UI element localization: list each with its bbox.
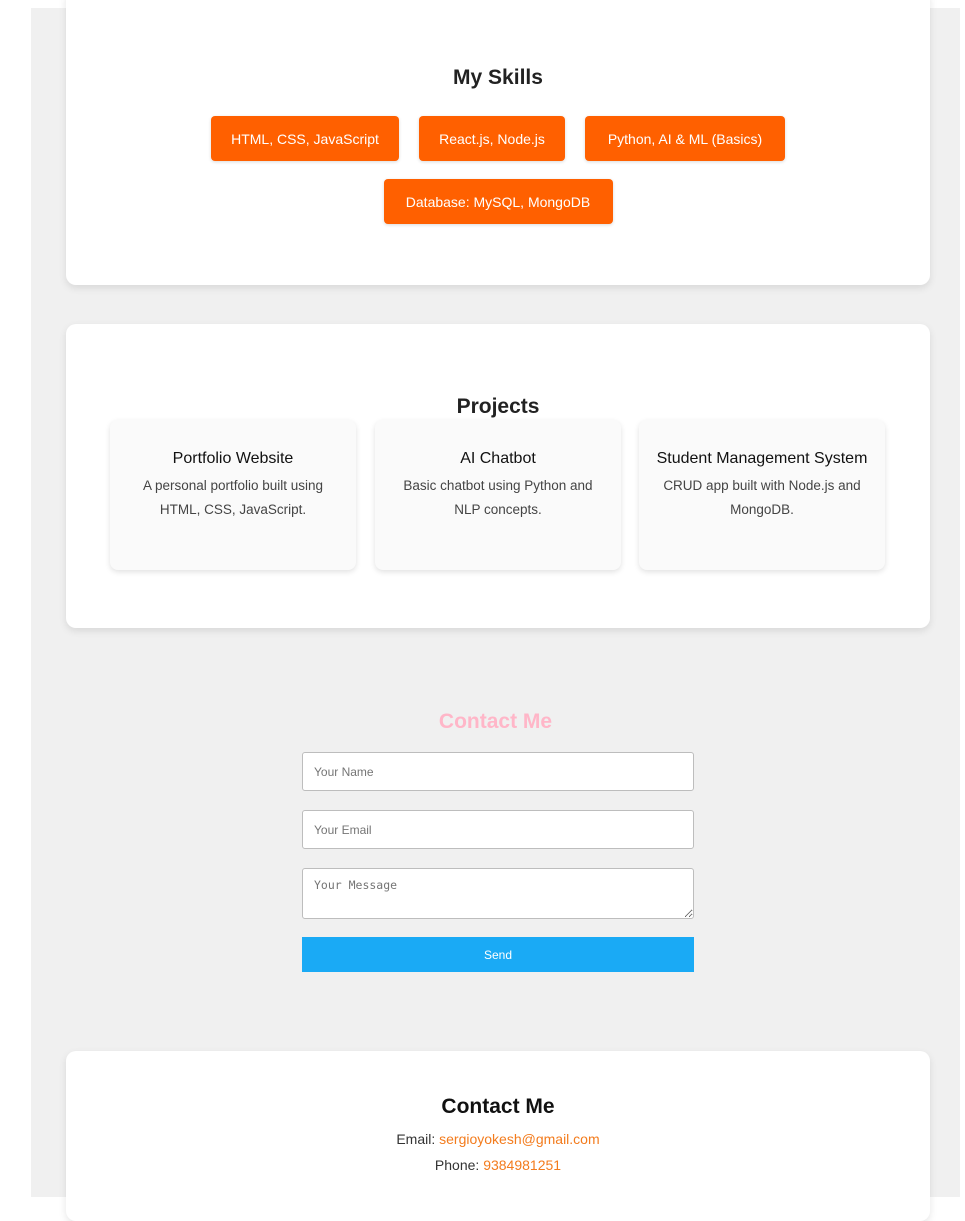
project-description: CRUD app built with Node.js and MongoDB. — [663, 478, 861, 517]
skills-title: My Skills — [453, 66, 543, 89]
project-description: A personal portfolio built using HTML, C… — [142, 478, 324, 517]
skill-button-python-ai[interactable]: Python, AI & ML (Basics) — [585, 116, 785, 161]
project-title: Portfolio Website — [172, 450, 294, 467]
skill-button-web[interactable]: HTML, CSS, JavaScript — [211, 116, 399, 161]
project-card-chatbot[interactable]: AI Chatbot Basic chatbot using Python an… — [375, 420, 621, 570]
skill-button-database[interactable]: Database: MySQL, MongoDB — [383, 179, 613, 224]
send-button[interactable]: Send — [302, 937, 694, 972]
contact-form-title: Contact Me — [438, 710, 553, 733]
footer-phone-line: Phone: 9384981251 — [66, 1157, 930, 1173]
project-card-portfolio[interactable]: Portfolio Website A personal portfolio b… — [110, 420, 356, 570]
skill-button-react-node[interactable]: React.js, Node.js — [419, 116, 565, 161]
footer-contact-section: Contact Me Email: sergioyokesh@gmail.com… — [66, 1051, 930, 1221]
project-card-student-management[interactable]: Student Management System CRUD app built… — [639, 420, 885, 570]
projects-title: Projects — [456, 395, 540, 418]
project-description: Basic chatbot using Python and NLP conce… — [403, 478, 593, 517]
page-background: My Skills HTML, CSS, JavaScript React.js… — [31, 0, 960, 1221]
message-textarea[interactable] — [302, 868, 694, 919]
phone-link[interactable]: 9384981251 — [483, 1157, 561, 1173]
skills-row: HTML, CSS, JavaScript React.js, Node.js … — [66, 116, 930, 161]
name-input[interactable] — [302, 752, 694, 791]
footer-email-line: Email: sergioyokesh@gmail.com — [66, 1131, 930, 1147]
project-title: Student Management System — [656, 450, 868, 467]
skills-section: My Skills HTML, CSS, JavaScript React.js… — [66, 0, 930, 285]
email-label: Email: — [396, 1131, 436, 1147]
email-link[interactable]: sergioyokesh@gmail.com — [439, 1131, 600, 1147]
skills-row: Database: MySQL, MongoDB — [66, 179, 930, 224]
footer-title: Contact Me — [441, 1095, 555, 1118]
projects-section: Projects Portfolio Website A personal po… — [66, 324, 930, 628]
project-title: AI Chatbot — [460, 450, 536, 467]
phone-label: Phone: — [434, 1157, 480, 1173]
email-input[interactable] — [302, 810, 694, 849]
